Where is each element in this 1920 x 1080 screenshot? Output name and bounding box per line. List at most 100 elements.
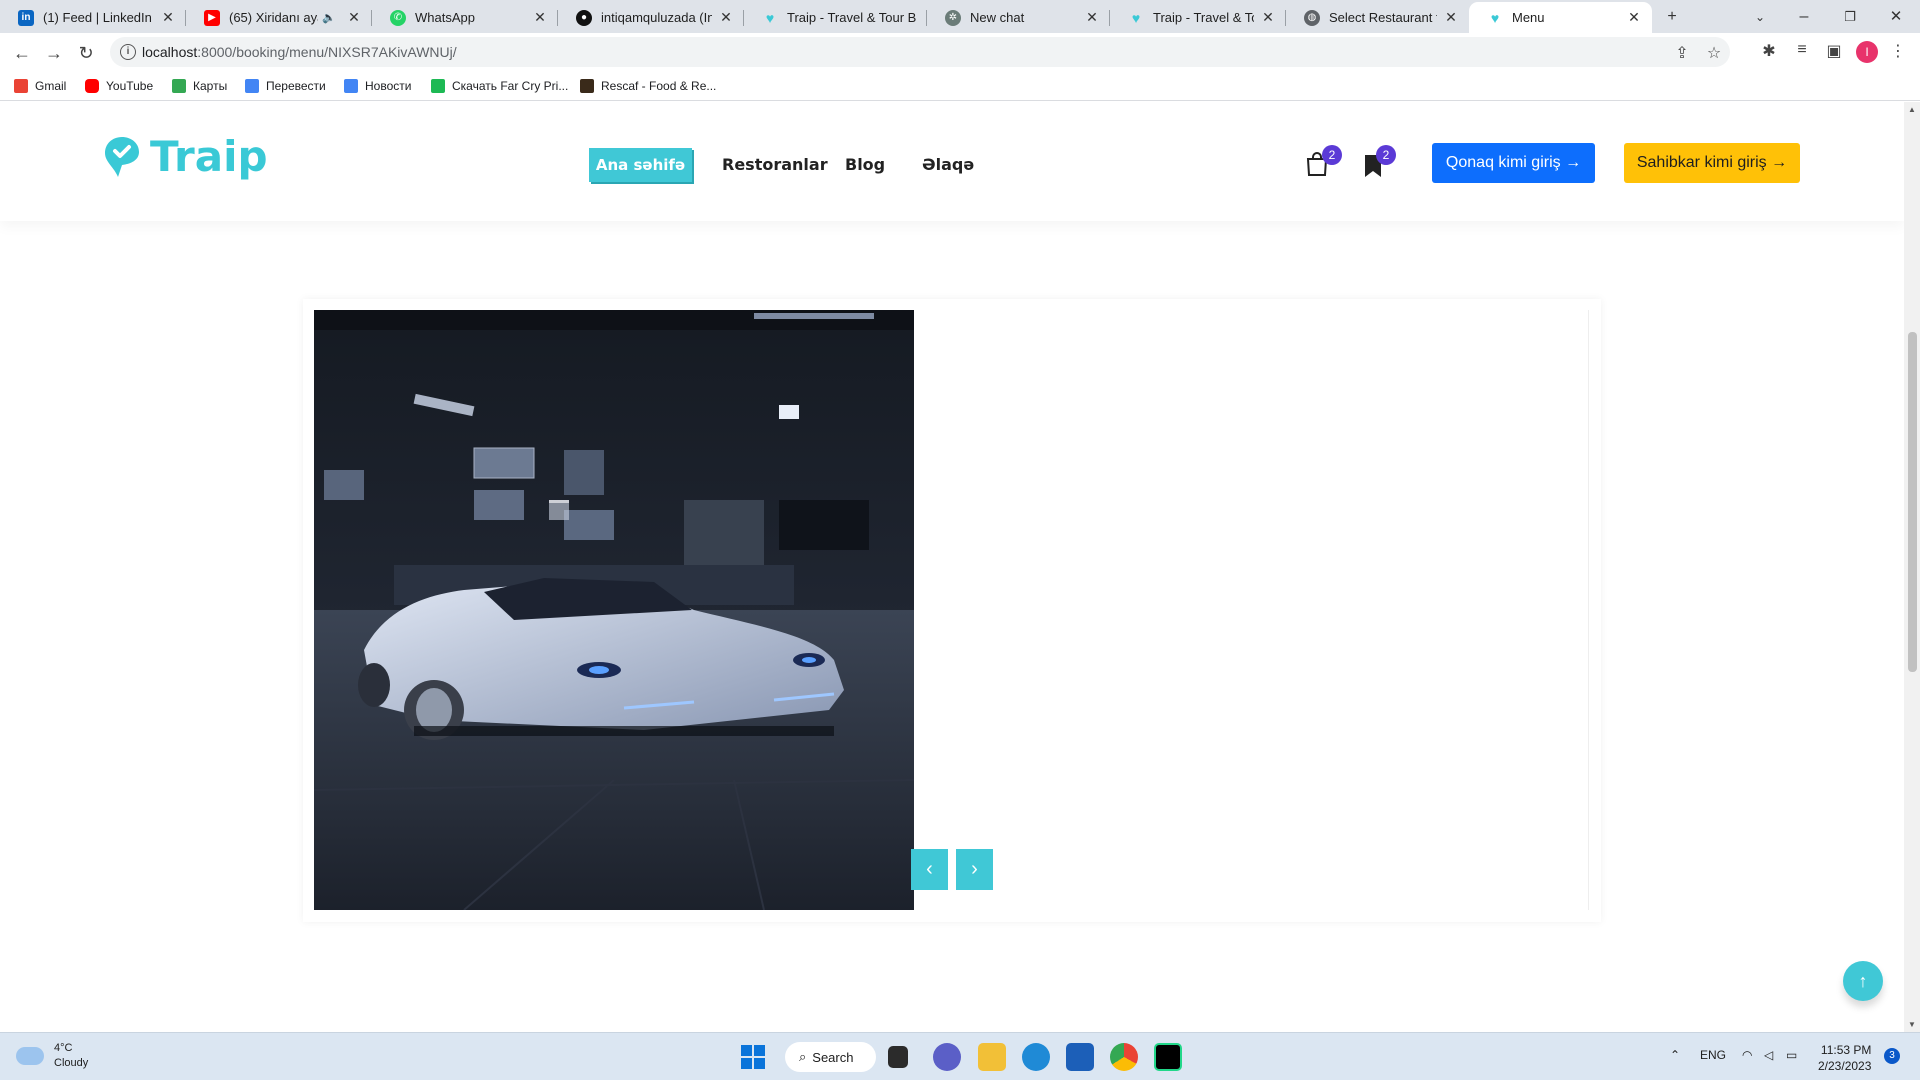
tab-title: Traip - Travel & Tour B [1153, 10, 1254, 25]
start-button[interactable] [741, 1045, 765, 1069]
bookmark-news[interactable]: Новости [344, 77, 411, 95]
carousel-prev-button[interactable]: ‹ [911, 849, 948, 890]
nav-contact[interactable]: Əlaqə [922, 155, 974, 174]
star-icon[interactable]: ☆ [1702, 43, 1726, 63]
taskbar-search[interactable]: ⌕ Search [785, 1042, 876, 1072]
bookmark-youtube[interactable]: YouTube [85, 77, 153, 95]
browser-tab[interactable]: ◍ Select Restaurant to ch ✕ [1286, 2, 1469, 33]
close-window-button[interactable]: ✕ [1876, 4, 1916, 30]
youtube-icon [85, 79, 99, 93]
browser-tab[interactable]: ♥ Traip - Travel & Tour B ✕ [1110, 2, 1286, 33]
close-icon[interactable]: ✕ [718, 9, 734, 26]
media-control-icon[interactable]: ≡ [1790, 41, 1814, 59]
extensions-icon[interactable]: ✱ [1757, 41, 1781, 61]
weather-widget[interactable]: 4°C Cloudy [16, 1041, 88, 1071]
close-icon[interactable]: ✕ [160, 9, 176, 26]
browser-tab[interactable]: ♥ Traip - Travel & Tour B [744, 2, 927, 33]
scroll-down-icon[interactable]: ▼ [1908, 1020, 1916, 1029]
battery-icon[interactable]: ▭ [1786, 1048, 1797, 1062]
arrow-up-icon: ↑ [1858, 971, 1868, 991]
page-scrollbar[interactable]: ▲ ▼ [1904, 102, 1920, 1032]
new-tab-button[interactable]: + [1652, 4, 1692, 30]
close-icon[interactable]: ✕ [346, 9, 362, 26]
task-view-icon[interactable] [888, 1046, 908, 1068]
bookmark-rescaf[interactable]: Rescaf - Food & Re... [580, 77, 716, 95]
speaker-icon[interactable]: 🔈 [322, 11, 336, 24]
browser-tab[interactable]: ✲ New chat ✕ [927, 2, 1110, 33]
browser-tab-strip: in (1) Feed | LinkedIn ✕ ▶ (65) Xiridanı… [0, 0, 1920, 33]
scroll-to-top-button[interactable]: ↑ [1843, 961, 1883, 1001]
tab-title: Menu [1512, 10, 1545, 25]
edge-icon[interactable] [1022, 1043, 1050, 1071]
carousel-slide-image [314, 310, 914, 910]
browser-tab[interactable]: ✆ WhatsApp ✕ [372, 2, 558, 33]
browser-tab[interactable]: in (1) Feed | LinkedIn ✕ [0, 2, 186, 33]
volume-icon[interactable]: ◁ [1764, 1048, 1773, 1062]
close-icon[interactable]: ✕ [1626, 9, 1642, 26]
gmail-icon [14, 79, 28, 93]
temperature: 4°C [54, 1042, 73, 1054]
close-icon[interactable]: ✕ [1443, 9, 1459, 26]
browser-tab[interactable]: ▶ (65) Xiridanı ayağa 🔈 ✕ [186, 2, 372, 33]
minimize-button[interactable]: – [1784, 4, 1824, 30]
tab-title: New chat [970, 10, 1025, 25]
guest-login-button[interactable]: Qonaq kimi giriş → [1432, 143, 1595, 183]
store-icon[interactable] [1066, 1043, 1094, 1071]
download-site-icon [431, 79, 445, 93]
bookmark-translate[interactable]: Перевести [245, 77, 326, 95]
close-icon[interactable]: ✕ [1260, 9, 1276, 26]
bookmark-gmail[interactable]: Gmail [14, 77, 66, 95]
tab-search-button[interactable]: ⌄ [1740, 4, 1780, 30]
windows-taskbar: 4°C Cloudy ⌕ Search ⌃ ENG ◠ ◁ ▭ 11:53 PM… [0, 1032, 1920, 1080]
site-logo[interactable]: Traip [103, 132, 268, 181]
teams-chat-icon[interactable] [933, 1043, 961, 1071]
bookmark-maps[interactable]: Карты [172, 77, 227, 95]
news-icon [344, 79, 358, 93]
side-panel-icon[interactable]: ▣ [1822, 41, 1846, 61]
site-info-icon[interactable]: i [120, 44, 136, 60]
tab-title: WhatsApp [415, 10, 475, 25]
input-language[interactable]: ENG [1700, 1048, 1726, 1062]
menu-carousel-card [303, 299, 1601, 922]
chevron-left-icon: ‹ [926, 858, 933, 880]
address-bar[interactable]: i localhost:8000/booking/menu/NIXSR7AKiv… [110, 37, 1730, 67]
restore-button[interactable]: ❐ [1830, 4, 1870, 30]
nav-home[interactable]: Ana səhifə [589, 148, 692, 182]
tray-overflow-icon[interactable]: ⌃ [1670, 1048, 1680, 1062]
notification-badge[interactable]: 3 [1884, 1048, 1900, 1064]
reload-button[interactable]: ↻ [72, 39, 100, 67]
menu-icon[interactable]: ⋮ [1886, 41, 1910, 61]
clock[interactable]: 11:53 PM 2/23/2023 [1818, 1042, 1871, 1074]
chrome-icon[interactable] [1110, 1043, 1138, 1071]
scroll-up-icon[interactable]: ▲ [1908, 105, 1916, 114]
back-button[interactable]: ← [8, 39, 36, 67]
profile-avatar[interactable]: I [1856, 41, 1878, 63]
wifi-icon[interactable]: ◠ [1742, 1048, 1752, 1062]
traip-icon: ♥ [1490, 9, 1500, 26]
share-icon[interactable]: ⇪ [1670, 43, 1694, 63]
translate-icon [245, 79, 259, 93]
nav-blog[interactable]: Blog [845, 155, 885, 174]
traip-icon: ♥ [765, 9, 775, 26]
forward-button[interactable]: → [40, 39, 68, 67]
scrollbar-thumb[interactable] [1908, 332, 1917, 672]
bookmark-farcry[interactable]: Скачать Far Cry Pri... [431, 77, 568, 95]
chatgpt-icon: ✲ [945, 9, 961, 26]
nav-restaurants[interactable]: Restoranlar [722, 155, 828, 174]
whatsapp-icon: ✆ [390, 9, 406, 26]
owner-login-button[interactable]: Sahibkar kimi giriş → [1624, 143, 1800, 183]
card-divider [1588, 310, 1589, 910]
bookmarks-bar: Gmail YouTube Карты Перевести Новости Ск… [0, 71, 1920, 101]
file-explorer-icon[interactable] [978, 1043, 1006, 1071]
arrow-right-icon: → [1565, 154, 1582, 171]
carousel-next-button[interactable]: › [956, 849, 993, 890]
close-icon[interactable]: ✕ [532, 9, 548, 26]
chevron-right-icon: › [971, 858, 978, 880]
browser-tab[interactable]: ● intiqamquluzada (Intiq ✕ [558, 2, 744, 33]
globe-icon: ◍ [1304, 9, 1320, 26]
pycharm-icon[interactable] [1154, 1043, 1182, 1071]
rescaf-icon [580, 79, 594, 93]
github-icon: ● [576, 9, 592, 26]
browser-tab-active[interactable]: ♥ Menu ✕ [1469, 2, 1652, 33]
close-icon[interactable]: ✕ [1084, 9, 1100, 26]
